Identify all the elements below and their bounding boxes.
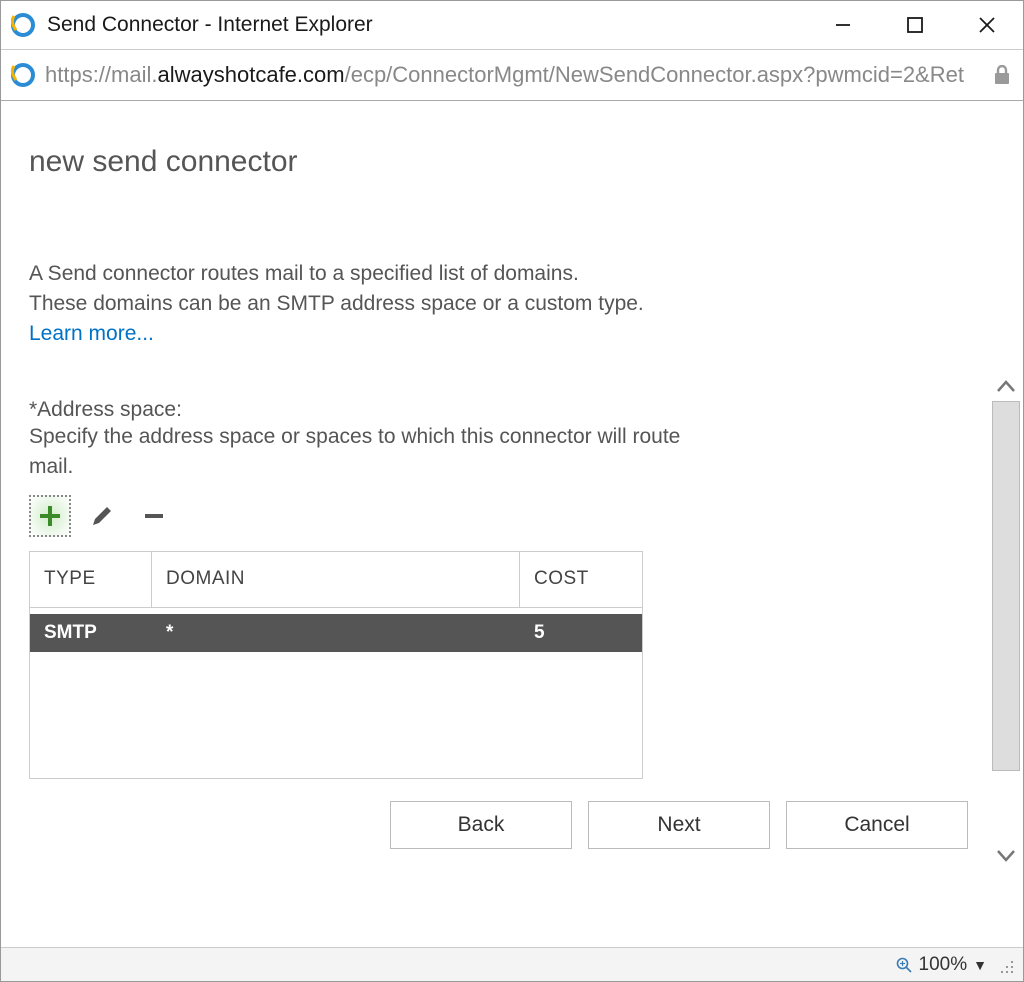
magnifier-icon bbox=[895, 956, 913, 974]
col-domain-header[interactable]: DOMAIN bbox=[152, 552, 520, 608]
url-path: /ecp/ConnectorMgmt/NewSendConnector.aspx… bbox=[345, 62, 964, 87]
edit-button[interactable] bbox=[81, 495, 123, 537]
window-controls bbox=[807, 1, 1023, 49]
status-bar: 100% ▼ bbox=[1, 947, 1023, 981]
table-row[interactable]: SMTP * 5 bbox=[30, 614, 642, 652]
learn-more-link[interactable]: Learn more... bbox=[29, 322, 154, 346]
minus-icon bbox=[141, 503, 167, 529]
titlebar: Send Connector - Internet Explorer bbox=[1, 1, 1023, 49]
wizard-buttons: Back Next Cancel bbox=[390, 801, 968, 849]
grid-toolbar bbox=[29, 495, 1011, 537]
cell-type: SMTP bbox=[30, 622, 152, 644]
add-button[interactable] bbox=[29, 495, 71, 537]
url-domain: alwayshotcafe.com bbox=[158, 62, 345, 87]
grid-header: TYPE DOMAIN COST bbox=[30, 552, 642, 608]
scroll-down-icon[interactable] bbox=[996, 841, 1016, 871]
vertical-scrollbar[interactable] bbox=[991, 371, 1021, 871]
address-space-help: Specify the address space or spaces to w… bbox=[29, 422, 729, 483]
resize-grip-icon[interactable] bbox=[997, 957, 1013, 973]
page-description-line2: These domains can be an SMTP address spa… bbox=[29, 289, 729, 319]
col-cost-header[interactable]: COST bbox=[520, 552, 642, 608]
address-space-grid: TYPE DOMAIN COST SMTP * 5 bbox=[29, 551, 643, 779]
window-title: Send Connector - Internet Explorer bbox=[47, 13, 373, 37]
ie-logo-icon bbox=[9, 61, 37, 89]
maximize-button[interactable] bbox=[879, 1, 951, 49]
cell-cost: 5 bbox=[520, 622, 642, 644]
scroll-thumb[interactable] bbox=[992, 401, 1020, 771]
url-text[interactable]: https://mail.alwayshotcafe.com/ecp/Conne… bbox=[45, 62, 989, 88]
content-wrap: new send connector A Send connector rout… bbox=[1, 101, 1023, 947]
cancel-button[interactable]: Cancel bbox=[786, 801, 968, 849]
back-button[interactable]: Back bbox=[390, 801, 572, 849]
plus-icon bbox=[36, 502, 64, 530]
close-button[interactable] bbox=[951, 1, 1023, 49]
page-description-line1: A Send connector routes mail to a specif… bbox=[29, 259, 729, 289]
lock-icon[interactable] bbox=[989, 65, 1015, 85]
chevron-down-icon[interactable]: ▼ bbox=[973, 957, 987, 973]
pencil-icon bbox=[89, 503, 115, 529]
ie-logo-icon bbox=[9, 11, 37, 39]
address-bar[interactable]: https://mail.alwayshotcafe.com/ecp/Conne… bbox=[1, 49, 1023, 101]
minimize-button[interactable] bbox=[807, 1, 879, 49]
grid-body: SMTP * 5 bbox=[30, 614, 642, 778]
col-type-header[interactable]: TYPE bbox=[30, 552, 152, 608]
next-button[interactable]: Next bbox=[588, 801, 770, 849]
address-space-label: *Address space: bbox=[29, 398, 1011, 422]
remove-button[interactable] bbox=[133, 495, 175, 537]
zoom-value: 100% bbox=[919, 954, 968, 976]
url-scheme: https:// bbox=[45, 62, 111, 87]
zoom-control[interactable]: 100% ▼ bbox=[895, 954, 987, 976]
browser-window: Send Connector - Internet Explorer bbox=[0, 0, 1024, 982]
page-content: new send connector A Send connector rout… bbox=[1, 101, 1023, 947]
url-sub: mail. bbox=[111, 62, 157, 87]
page-heading: new send connector bbox=[29, 145, 1011, 179]
cell-domain: * bbox=[152, 622, 520, 644]
scroll-up-icon[interactable] bbox=[996, 371, 1016, 401]
scroll-track[interactable] bbox=[992, 401, 1020, 841]
